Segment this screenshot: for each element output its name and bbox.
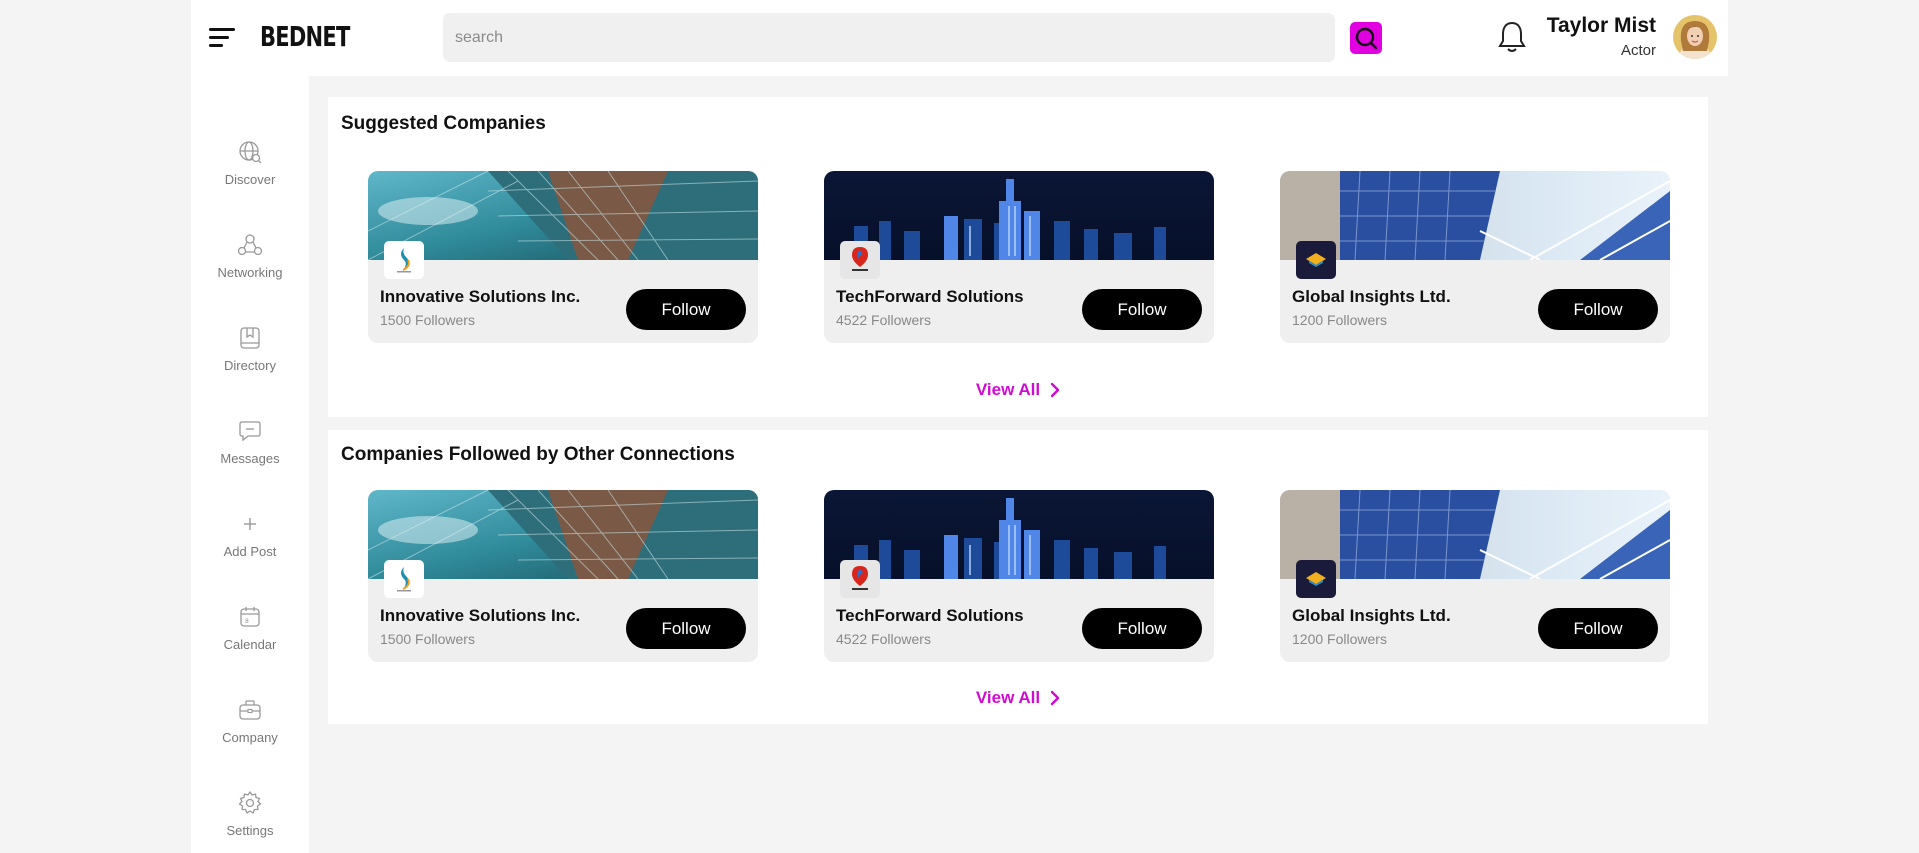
company-banner-image [1280, 490, 1670, 579]
sidebar-item-label: Calendar [223, 637, 277, 652]
company-name[interactable]: TechForward Solutions [836, 287, 1024, 307]
chevron-right-icon [1050, 690, 1060, 706]
sidebar-item-label: Networking [217, 265, 283, 280]
message-icon [239, 421, 261, 442]
companies-followed-by-connections-section: Companies Followed by Other Connections [328, 430, 1708, 724]
search-input[interactable] [443, 13, 1335, 62]
follow-button[interactable]: Follow [626, 608, 746, 649]
view-all-label: View All [975, 688, 1041, 707]
company-card[interactable]: Global Insights Ltd. 1200 Followers Foll… [1280, 171, 1670, 343]
company-logo [1296, 241, 1336, 279]
search-button[interactable] [1350, 22, 1382, 54]
follow-button[interactable]: Follow [1082, 608, 1202, 649]
company-name[interactable]: Global Insights Ltd. [1292, 606, 1451, 626]
company-card[interactable]: TechForward Solutions 4522 Followers Fol… [824, 171, 1214, 343]
follower-count: 1200 Followers [1292, 312, 1387, 328]
company-banner-image [824, 490, 1214, 579]
view-all-row: View All [328, 688, 1708, 708]
company-logo [384, 241, 424, 279]
sidebar-item-label: Messages [220, 451, 280, 466]
company-banner-image [1280, 171, 1670, 260]
sidebar-item-add-post[interactable]: Add Post [191, 511, 309, 581]
sidebar-item-company[interactable]: Company [191, 697, 309, 767]
view-all-link[interactable]: View All [976, 688, 1060, 708]
section-title: Suggested Companies [341, 113, 546, 134]
user-name[interactable]: Taylor Mist [1547, 14, 1656, 38]
plus-icon [244, 518, 256, 530]
gear-icon [238, 791, 262, 814]
sidebar-item-directory[interactable]: Directory [191, 325, 309, 395]
sidebar-item-messages[interactable]: Messages [191, 418, 309, 488]
sidebar-item-label: Add Post [223, 544, 277, 559]
company-card[interactable]: TechForward Solutions 4522 Followers Fol… [824, 490, 1214, 662]
company-banner-image [368, 490, 758, 579]
briefcase-icon [239, 700, 261, 720]
view-all-link[interactable]: View All [976, 380, 1060, 400]
sidebar-item-discover[interactable]: Discover [191, 139, 309, 209]
company-banner-image [368, 171, 758, 260]
follow-button[interactable]: Follow [1538, 289, 1658, 330]
follow-button[interactable]: Follow [1082, 289, 1202, 330]
company-logo [840, 241, 880, 279]
notification-bell-icon[interactable] [1496, 20, 1528, 54]
avatar[interactable] [1673, 15, 1717, 59]
view-all-row: View All [328, 380, 1708, 400]
sidebar-item-label: Directory [223, 358, 276, 373]
app-frame: BEDNET Taylor Mist Actor [191, 0, 1728, 853]
sidebar-item-calendar[interactable]: 8 Calendar [191, 604, 309, 674]
company-name[interactable]: Global Insights Ltd. [1292, 287, 1451, 307]
view-all-label: View All [975, 380, 1041, 399]
company-card[interactable]: Innovative Solutions Inc. 1500 Followers… [368, 171, 758, 343]
company-card[interactable]: Global Insights Ltd. 1200 Followers Foll… [1280, 490, 1670, 662]
app-logo[interactable]: BEDNET [260, 20, 350, 53]
sidebar-item-networking[interactable]: Networking [191, 232, 309, 302]
sidebar: Discover Networking Directory Messages A… [191, 76, 309, 853]
follower-count: 1500 Followers [380, 631, 475, 647]
company-name[interactable]: TechForward Solutions [836, 606, 1024, 626]
hamburger-menu-icon[interactable] [209, 26, 239, 50]
sidebar-item-label: Settings [226, 823, 274, 838]
user-role: Actor [1620, 42, 1656, 59]
company-logo [384, 560, 424, 598]
company-logo [840, 560, 880, 598]
sidebar-item-label: Company [222, 730, 278, 745]
bookmark-icon [240, 327, 260, 349]
follow-button[interactable]: Follow [1538, 608, 1658, 649]
follower-count: 1200 Followers [1292, 631, 1387, 647]
chevron-right-icon [1050, 382, 1060, 398]
follow-button[interactable]: Follow [626, 289, 746, 330]
follower-count: 1500 Followers [380, 312, 475, 328]
sidebar-item-label: Discover [224, 172, 276, 187]
globe-search-icon [239, 141, 262, 164]
calendar-icon: 8 [240, 607, 260, 627]
suggested-companies-section: Suggested Companies Innovative Solutions… [328, 97, 1708, 417]
company-name[interactable]: Innovative Solutions Inc. [380, 287, 580, 307]
company-name[interactable]: Innovative Solutions Inc. [380, 606, 580, 626]
follower-count: 4522 Followers [836, 631, 931, 647]
search-icon [1355, 27, 1378, 50]
svg-text:8: 8 [245, 618, 249, 625]
company-banner-image [824, 171, 1214, 260]
follower-count: 4522 Followers [836, 312, 931, 328]
company-logo [1296, 560, 1336, 598]
section-title: Companies Followed by Other Connections [341, 444, 735, 465]
top-header: BEDNET Taylor Mist Actor [191, 0, 1728, 76]
company-card[interactable]: Innovative Solutions Inc. 1500 Followers… [368, 490, 758, 662]
network-icon [237, 234, 263, 256]
sidebar-item-settings[interactable]: Settings [191, 790, 309, 853]
